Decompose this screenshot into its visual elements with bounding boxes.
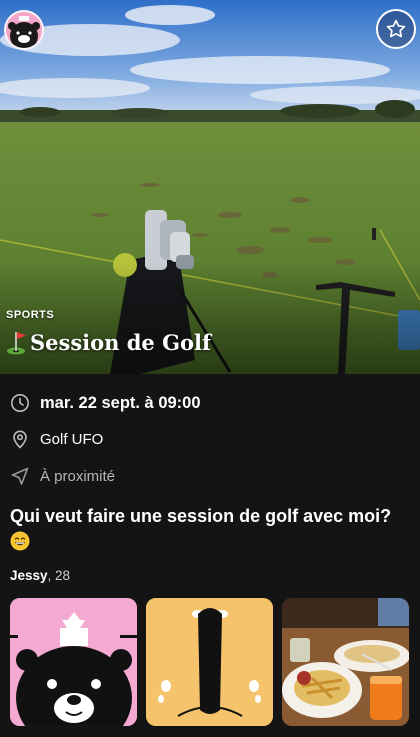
star-outline-icon xyxy=(386,19,406,38)
golf-flag-icon xyxy=(7,332,26,355)
event-distance: À proximité xyxy=(40,467,116,485)
event-description-text: Qui veut faire une session de golf avec … xyxy=(10,506,392,526)
host-info[interactable]: Jessy, 28 xyxy=(10,568,70,583)
map-pin-icon xyxy=(10,429,30,449)
restaurant-food-photo[interactable] xyxy=(282,598,409,726)
event-title-text: Session de Golf xyxy=(30,329,212,355)
location-arrow-icon xyxy=(10,466,30,486)
event-location-row[interactable]: Golf UFO xyxy=(10,429,103,449)
grinning-face-emoji xyxy=(10,531,30,551)
event-date: mar. 22 sept. à 09:00 xyxy=(40,393,201,412)
event-description: Qui veut faire une session de golf avec … xyxy=(10,503,415,555)
host-name: Jessy xyxy=(10,568,48,583)
clock-icon xyxy=(10,393,30,413)
bear-avatar-icon xyxy=(6,12,42,48)
golf-course-photo xyxy=(0,0,420,374)
event-hero-image: SPORTS Session de Golf xyxy=(0,0,420,374)
event-distance-row: À proximité xyxy=(10,466,115,486)
event-location: Golf UFO xyxy=(40,430,104,448)
host-photo-gallery xyxy=(10,598,409,726)
event-date-row: mar. 22 sept. à 09:00 xyxy=(10,393,201,413)
host-age: , 28 xyxy=(47,568,71,583)
event-title: Session de Golf xyxy=(6,329,211,355)
bear-character-photo[interactable] xyxy=(10,598,137,726)
favorite-button[interactable] xyxy=(376,9,416,49)
host-avatar[interactable] xyxy=(4,10,44,50)
event-category: SPORTS xyxy=(6,309,55,321)
otter-character-photo[interactable] xyxy=(146,598,273,726)
